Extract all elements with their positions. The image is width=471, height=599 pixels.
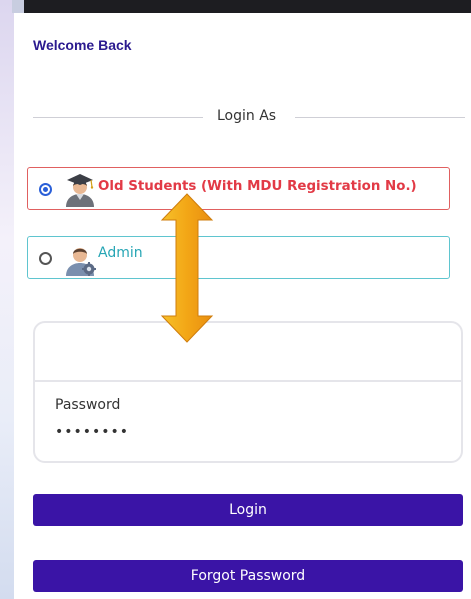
role-label-admin: Admin — [98, 245, 143, 261]
radio-admin[interactable] — [39, 252, 52, 265]
radio-old-students[interactable] — [39, 183, 52, 196]
role-option-admin[interactable]: Admin — [27, 236, 450, 279]
credentials-separator — [35, 380, 461, 382]
divider-line-right — [295, 117, 465, 118]
login-as-divider: Login As — [33, 107, 465, 127]
top-bar — [12, 0, 471, 13]
graduate-avatar-icon — [66, 174, 94, 207]
password-field[interactable]: •••••••• — [55, 424, 129, 440]
admin-avatar-icon — [66, 248, 96, 276]
welcome-heading: Welcome Back — [33, 37, 132, 53]
role-option-old-students[interactable]: Old Students (With MDU Registration No.) — [27, 167, 450, 210]
background-strip — [0, 0, 14, 599]
divider-line-left — [33, 117, 203, 118]
credentials-card: Password •••••••• — [33, 321, 463, 463]
role-label-old-students: Old Students (With MDU Registration No.) — [98, 179, 417, 194]
double-headed-arrow-icon — [160, 193, 214, 343]
login-as-label: Login As — [217, 108, 277, 124]
login-button[interactable]: Login — [33, 494, 463, 526]
forgot-password-button[interactable]: Forgot Password — [33, 560, 463, 592]
password-label: Password — [55, 397, 121, 413]
